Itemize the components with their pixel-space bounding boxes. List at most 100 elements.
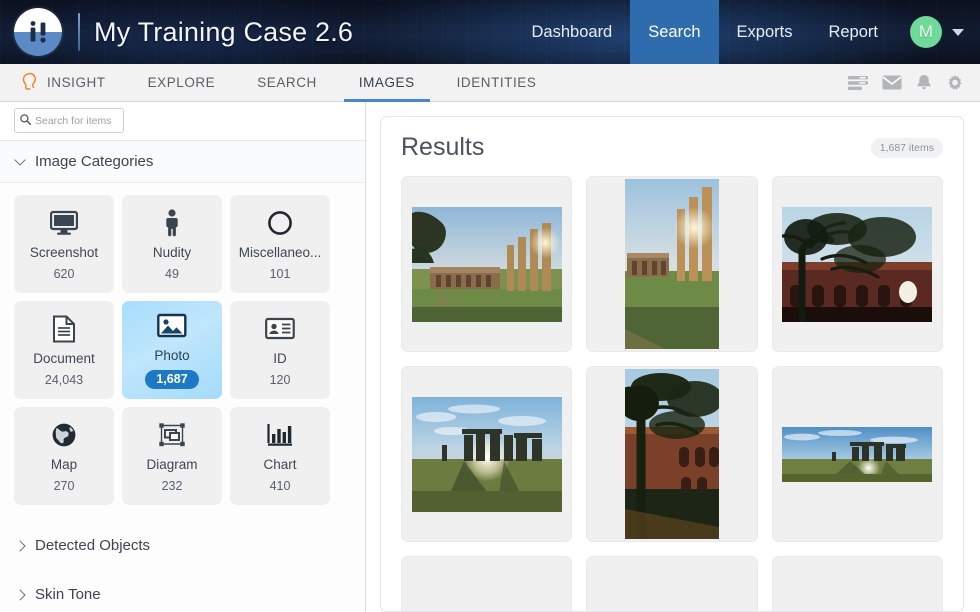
secondary-nav-items: INSIGHT EXPLORE SEARCH IMAGES IDENTITIES: [0, 64, 558, 102]
thumbnail-image: [782, 586, 933, 611]
thumbnail-image: [782, 206, 933, 322]
category-tile-diagram[interactable]: Diagram 232: [122, 407, 222, 505]
result-thumbnail[interactable]: [586, 366, 758, 542]
result-thumbnail[interactable]: [586, 556, 758, 611]
logo-area: My Training Case 2.6: [14, 8, 353, 56]
sidebar-search-row: [0, 102, 365, 141]
person-icon: [162, 208, 182, 238]
category-tile-diagram-label: Diagram: [146, 456, 198, 472]
search-box[interactable]: [14, 108, 124, 133]
tab-identities[interactable]: IDENTITIES: [436, 64, 558, 101]
results-panel: Results 1,687 items: [366, 102, 980, 612]
bar-chart-icon: [266, 420, 294, 450]
category-tile-diagram-count: 232: [161, 478, 183, 493]
result-thumbnail[interactable]: [586, 176, 758, 352]
search-input[interactable]: [35, 114, 118, 127]
result-thumbnail[interactable]: [771, 366, 943, 542]
category-tile-document-count: 24,043: [44, 372, 84, 387]
hi-circle-logo-icon[interactable]: [14, 8, 62, 56]
thumbnail-image: [782, 426, 933, 482]
category-tile-miscellaneous-count: 101: [269, 266, 291, 281]
result-thumbnail[interactable]: [401, 556, 573, 611]
category-tile-document[interactable]: Document 24,043: [14, 301, 114, 399]
thumbnail-image: [624, 586, 719, 611]
chevron-right-icon: [14, 588, 26, 601]
category-tile-chart-count: 410: [269, 478, 291, 493]
secondary-nav-icon-group: [848, 64, 980, 101]
category-tile-chart[interactable]: Chart 410: [230, 407, 330, 505]
bell-icon[interactable]: [916, 74, 932, 92]
avatar[interactable]: M: [910, 16, 942, 48]
page-title: Results: [401, 133, 485, 161]
section-detected-objects[interactable]: Detected Objects: [0, 521, 365, 570]
chevron-down-icon[interactable]: [952, 28, 964, 36]
monitor-icon: [50, 208, 78, 238]
result-thumbnail[interactable]: [401, 366, 573, 542]
category-tile-map[interactable]: Map 270: [14, 407, 114, 505]
category-tile-id[interactable]: ID 120: [230, 301, 330, 399]
app-header: My Training Case 2.6 Dashboard Search Ex…: [0, 0, 980, 64]
tab-explore[interactable]: EXPLORE: [127, 64, 237, 101]
results-header: Results 1,687 items: [401, 133, 943, 176]
nav-item-exports[interactable]: Exports: [719, 0, 811, 64]
category-tile-document-label: Document: [33, 350, 95, 366]
category-tile-id-count: 120: [269, 372, 291, 387]
section-image-categories[interactable]: Image Categories: [0, 141, 365, 183]
category-tile-screenshot[interactable]: Screenshot 620: [14, 195, 114, 293]
thumbnail-image: [411, 396, 562, 512]
secondary-nav: INSIGHT EXPLORE SEARCH IMAGES IDENTITIES: [0, 64, 980, 102]
nav-item-search[interactable]: Search: [630, 0, 719, 64]
case-title: My Training Case 2.6: [94, 16, 354, 47]
diagram-icon: [158, 420, 186, 450]
category-tile-map-label: Map: [50, 456, 78, 472]
tab-insight[interactable]: INSIGHT: [0, 64, 127, 101]
thumbnail-image: [624, 369, 719, 539]
category-tile-nudity-label: Nudity: [152, 244, 192, 260]
section-detected-objects-label: Detected Objects: [35, 537, 151, 554]
tab-search[interactable]: SEARCH: [236, 64, 338, 101]
logo-divider: [78, 13, 80, 51]
nav-item-report[interactable]: Report: [810, 0, 896, 64]
category-tile-grid: Screenshot 620 Nudity 49 Miscellaneo... …: [0, 183, 365, 515]
result-thumbnail[interactable]: [771, 556, 943, 611]
body-layout: Image Categories Screenshot 620: [0, 102, 980, 612]
nav-item-dashboard[interactable]: Dashboard: [514, 0, 631, 64]
thumbnail-image: [411, 586, 562, 611]
category-tile-miscellaneous-label: Miscellaneo...: [238, 244, 322, 260]
result-thumbnail[interactable]: [771, 176, 943, 352]
tab-explore-label: EXPLORE: [147, 75, 216, 90]
search-icon: [20, 112, 31, 130]
document-icon: [52, 314, 76, 344]
results-count-badge: 1,687 items: [870, 137, 943, 158]
envelope-icon[interactable]: [882, 75, 902, 90]
tab-insight-label: INSIGHT: [47, 75, 106, 90]
tab-images[interactable]: IMAGES: [338, 64, 436, 102]
category-tile-miscellaneous[interactable]: Miscellaneo... 101: [230, 195, 330, 293]
category-tile-map-count: 270: [53, 478, 75, 493]
id-card-icon: [265, 314, 295, 344]
section-image-categories-label: Image Categories: [35, 153, 154, 170]
category-tile-nudity-count: 49: [165, 266, 179, 281]
category-tile-photo[interactable]: Photo 1,687: [122, 301, 222, 399]
chevron-right-icon: [14, 539, 26, 552]
head-profile-icon: [21, 72, 38, 94]
thumbnail-image: [624, 179, 719, 349]
photo-icon: [157, 311, 187, 341]
category-tile-chart-label: Chart: [263, 456, 297, 472]
results-card: Results 1,687 items: [380, 116, 964, 612]
filters-sidebar: Image Categories Screenshot 620: [0, 102, 366, 612]
list-icon[interactable]: [848, 75, 868, 91]
thumbnail-image: [411, 206, 562, 322]
primary-nav: Dashboard Search Exports Report M: [514, 0, 980, 64]
chevron-down-icon: [14, 153, 26, 166]
gear-icon[interactable]: [946, 74, 964, 92]
circle-icon: [267, 208, 293, 238]
user-menu[interactable]: M: [896, 0, 980, 64]
collapsed-sections: Detected Objects Skin Tone Tagged items: [0, 515, 365, 612]
section-skin-tone[interactable]: Skin Tone: [0, 570, 365, 612]
tab-identities-label: IDENTITIES: [456, 75, 537, 90]
category-tile-screenshot-count: 620: [53, 266, 75, 281]
result-thumbnail[interactable]: [401, 176, 573, 352]
tab-search-label: SEARCH: [257, 75, 317, 90]
category-tile-nudity[interactable]: Nudity 49: [122, 195, 222, 293]
